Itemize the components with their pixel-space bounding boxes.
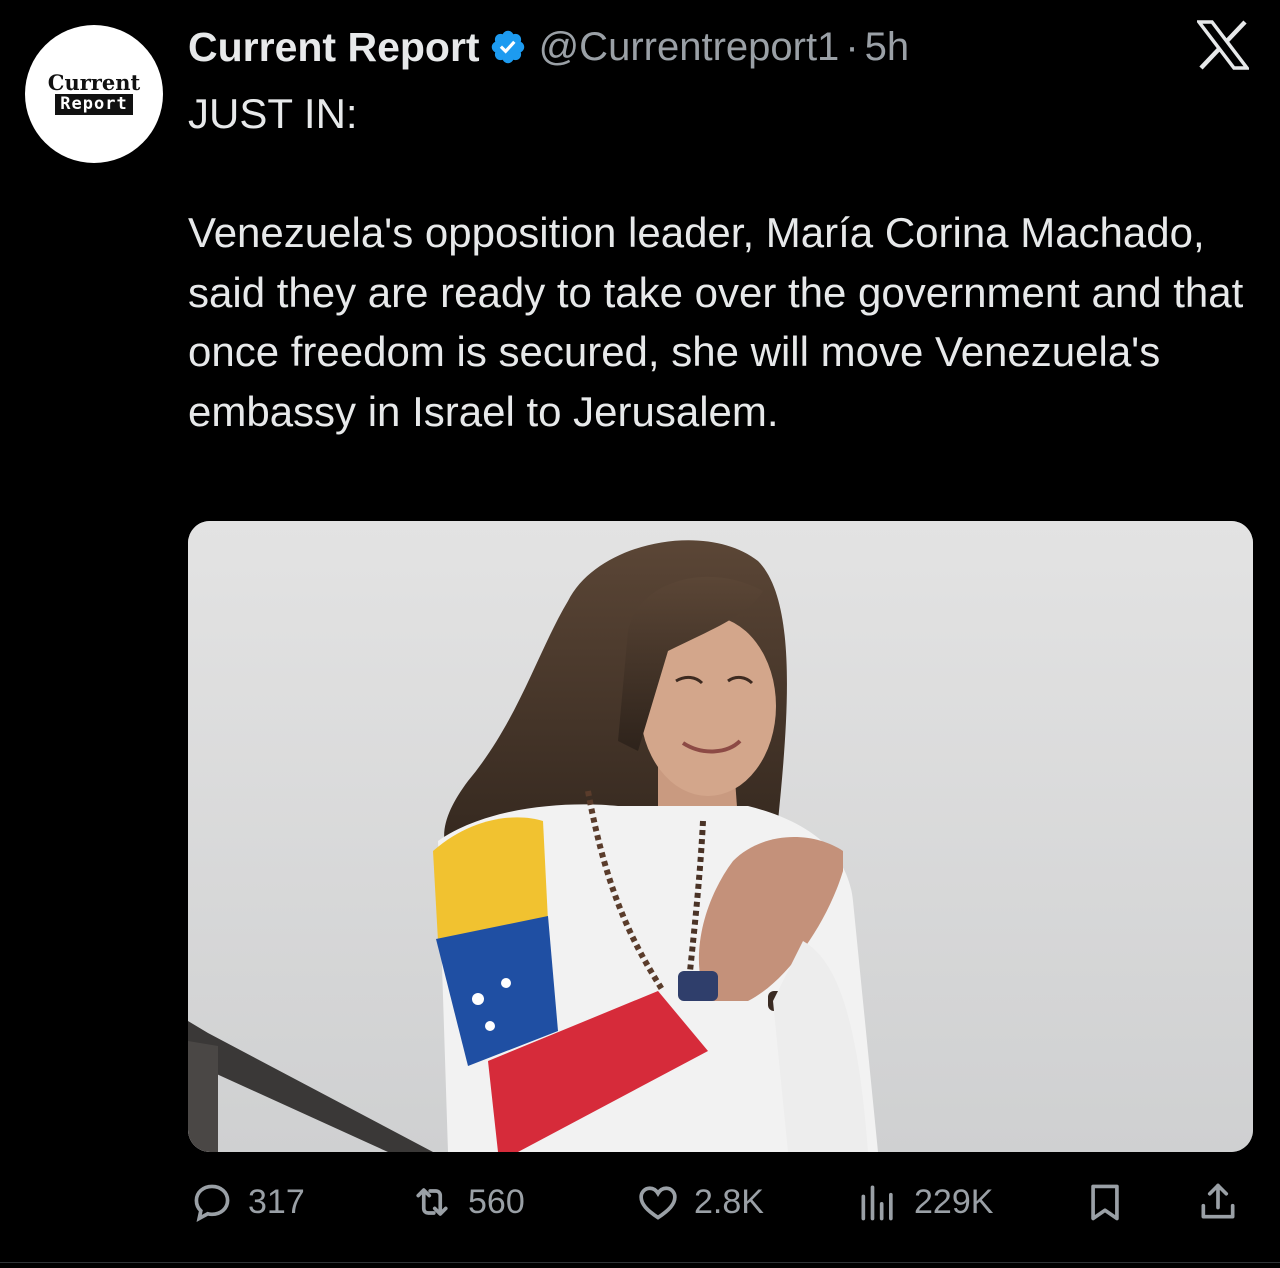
reply-icon	[194, 1184, 230, 1223]
views-button[interactable]: 229K	[856, 1170, 993, 1234]
bookmark-icon	[1091, 1184, 1119, 1221]
divider	[0, 1262, 1280, 1263]
tweet-header: Current Report @Currentreport1 · 5h	[188, 22, 909, 72]
tweet-text: JUST IN: Venezuela's opposition leader, …	[188, 84, 1263, 441]
view-count: 229K	[914, 1182, 994, 1221]
tweet-photo[interactable]	[188, 521, 1253, 1152]
avatar[interactable]: Current Report	[25, 25, 163, 163]
repost-button[interactable]: 560	[410, 1170, 525, 1234]
x-logo-icon[interactable]	[1195, 20, 1251, 70]
tweet-lead: JUST IN:	[188, 90, 358, 137]
like-button[interactable]: 2.8K	[636, 1170, 764, 1234]
tweet-actions: 317 560 2.8K 229K	[188, 1170, 1248, 1234]
share-button[interactable]	[1196, 1170, 1240, 1234]
reply-button[interactable]: 317	[190, 1170, 305, 1234]
verified-badge-icon	[489, 28, 527, 66]
author-display-name[interactable]: Current Report	[188, 24, 480, 71]
repost-icon	[416, 1188, 448, 1216]
repost-count: 560	[468, 1182, 525, 1221]
avatar-logo-top: Current	[47, 69, 141, 95]
header-separator: ·	[845, 24, 859, 69]
reply-count: 317	[248, 1182, 305, 1221]
like-count: 2.8K	[694, 1182, 764, 1221]
views-icon	[861, 1185, 893, 1221]
tweet-timestamp[interactable]: 5h	[865, 25, 910, 70]
heart-icon	[639, 1186, 677, 1220]
author-handle[interactable]: @Currentreport1	[539, 25, 840, 70]
avatar-logo-bottom: Report	[55, 93, 133, 115]
tweet: Current Report Current Report @Currentre…	[0, 0, 1280, 1268]
tweet-body: Venezuela's opposition leader, María Cor…	[188, 209, 1244, 435]
bookmark-button[interactable]	[1083, 1170, 1127, 1234]
share-icon	[1201, 1183, 1235, 1219]
